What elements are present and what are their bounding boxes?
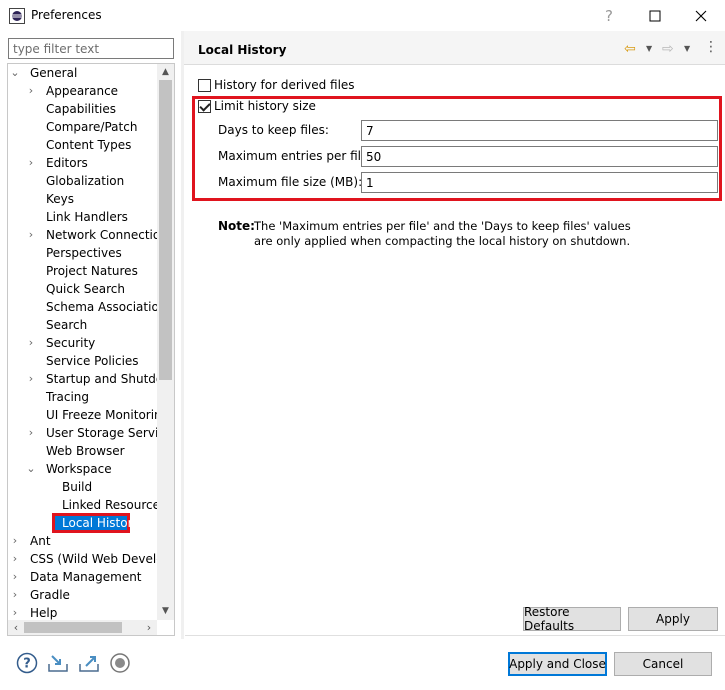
expand-icon[interactable]: › — [10, 568, 20, 586]
help-title-button[interactable]: ? — [586, 0, 632, 31]
derived-files-label: History for derived files — [214, 78, 355, 92]
expand-icon[interactable]: › — [26, 424, 36, 442]
tree-item-label: Perspectives — [46, 246, 122, 260]
tree-item-label: Schema Associations — [46, 300, 173, 314]
apply-button[interactable]: Apply — [628, 607, 718, 631]
scroll-left-icon[interactable]: ‹ — [8, 620, 24, 635]
tree-item-label: Tracing — [46, 390, 90, 404]
note-line-2: are only applied when compacting the loc… — [254, 234, 631, 248]
help-icon[interactable]: ? — [16, 652, 38, 674]
back-arrow-icon[interactable]: ⇦ — [624, 41, 636, 57]
tree-item-label: Gradle — [30, 588, 70, 602]
expand-icon[interactable]: › — [26, 334, 36, 352]
tree-item-label: CSS (Wild Web Develop — [30, 552, 172, 566]
tree-item-label: Capabilities — [46, 102, 116, 116]
expand-icon[interactable]: › — [26, 154, 36, 172]
import-icon[interactable] — [47, 652, 69, 674]
tree-item-label: Data Management — [30, 570, 142, 584]
tree-item-label: Ant — [30, 534, 51, 548]
tree-item-label: Workspace — [46, 462, 112, 476]
days-field[interactable] — [361, 120, 718, 141]
tree-horizontal-scroll-thumb[interactable] — [24, 622, 122, 633]
note-line-1: The 'Maximum entries per file' and the '… — [254, 219, 631, 233]
content-divider — [185, 635, 725, 636]
tree-item-label: Service Policies — [46, 354, 139, 368]
tree-item-label: Keys — [46, 192, 75, 206]
eclipse-logo-icon — [9, 8, 25, 24]
entries-label: Maximum entries per file: — [218, 149, 373, 163]
tree-item-label: Local History — [62, 516, 140, 530]
apply-and-close-button[interactable]: Apply and Close — [508, 652, 607, 676]
tree-item-label: UI Freeze Monitoring — [46, 408, 170, 422]
tree-item-label: Network Connection — [46, 228, 168, 242]
tree-item-label: Web Browser — [46, 444, 125, 458]
expand-icon[interactable]: › — [10, 532, 20, 550]
tree-item-label: Security — [46, 336, 96, 350]
close-icon[interactable] — [678, 0, 724, 31]
tree-item-label: Search — [46, 318, 88, 332]
tree-item-label: Build — [62, 480, 93, 494]
tree-item-label: Quick Search — [46, 282, 125, 296]
limit-history-label: Limit history size — [214, 99, 316, 113]
note-label: Note: — [218, 219, 255, 233]
expand-icon[interactable]: › — [10, 586, 20, 604]
filter-input[interactable] — [8, 38, 174, 59]
collapse-icon[interactable]: ⌄ — [10, 64, 20, 82]
back-history-dropdown-icon[interactable]: ▼ — [646, 44, 652, 53]
expand-icon[interactable]: › — [26, 226, 36, 244]
tree-item-label: Startup and Shutdow — [46, 372, 174, 386]
maximize-icon[interactable] — [632, 0, 678, 31]
collapse-icon[interactable]: ⌄ — [26, 460, 36, 478]
tree-item-label: Link Handlers — [46, 210, 128, 224]
pane-divider[interactable] — [181, 31, 184, 639]
scroll-down-icon[interactable]: ▼ — [157, 603, 174, 620]
tree-item-label: Content Types — [46, 138, 132, 152]
derived-files-checkbox[interactable] — [198, 79, 211, 92]
tree-vertical-scroll-thumb[interactable] — [159, 80, 172, 380]
restore-defaults-button[interactable]: Restore Defaults — [523, 605, 621, 633]
tree-item-label: Compare/Patch — [46, 120, 138, 134]
expand-icon[interactable]: › — [10, 550, 20, 568]
tree-item-label: Project Natures — [46, 264, 138, 278]
limit-history-checkbox[interactable] — [198, 100, 211, 113]
filesize-label: Maximum file size (MB): — [218, 175, 363, 189]
expand-icon[interactable]: › — [26, 82, 36, 100]
scroll-up-icon[interactable]: ▲ — [157, 64, 174, 81]
days-label: Days to keep files: — [218, 123, 329, 137]
preference-tree[interactable]: ⌄ General › Appearance Capabilities Compare/P… — [7, 63, 175, 636]
entries-field[interactable] — [361, 146, 718, 167]
scroll-right-icon[interactable]: › — [141, 620, 157, 635]
tree-item-label: General — [30, 66, 78, 80]
forward-arrow-icon[interactable]: ⇨ — [662, 41, 674, 57]
cancel-button[interactable]: Cancel — [614, 652, 712, 676]
tree-item-label: Globalization — [46, 174, 125, 188]
page-title: Local History — [198, 43, 287, 57]
svg-text:?: ? — [23, 657, 31, 672]
view-menu-icon[interactable]: ⋮ — [704, 40, 718, 54]
forward-history-dropdown-icon[interactable]: ▼ — [684, 44, 690, 53]
expand-icon[interactable]: › — [26, 370, 36, 388]
record-icon[interactable] — [109, 652, 131, 674]
filesize-field[interactable] — [361, 172, 718, 193]
tree-item-label: Appearance — [46, 84, 119, 98]
tree-item-label: User Storage Service — [46, 426, 173, 440]
tree-item-label: Editors — [46, 156, 88, 170]
export-icon[interactable] — [78, 652, 100, 674]
tree-item-label: Linked Resources — [62, 498, 167, 512]
window-title: Preferences — [31, 8, 102, 22]
